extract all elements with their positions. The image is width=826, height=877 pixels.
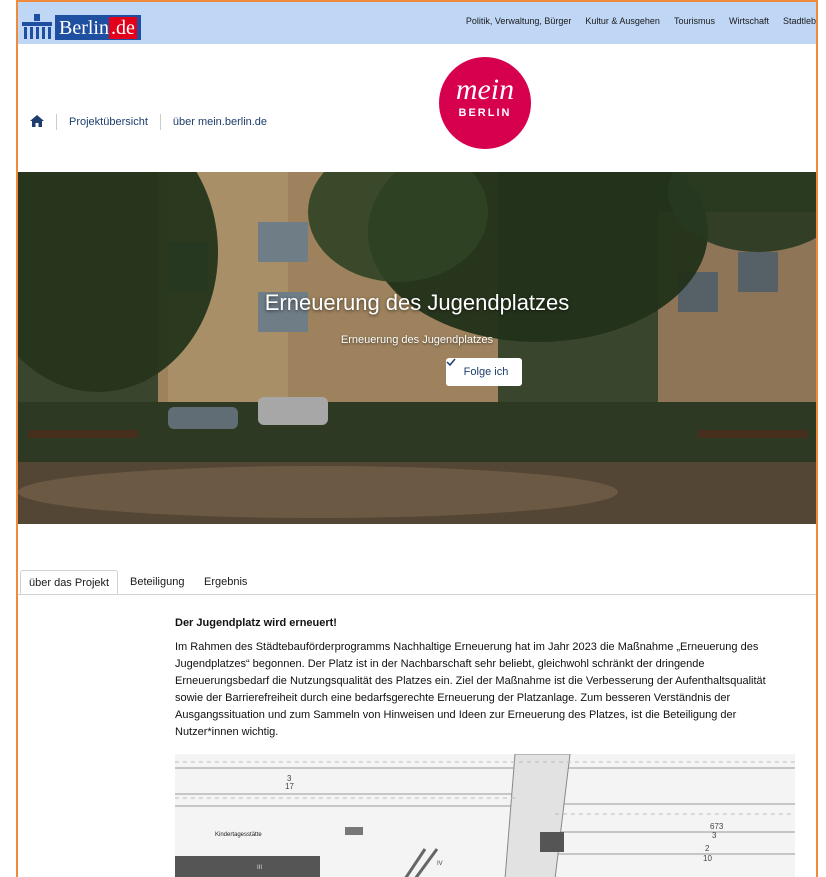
follow-button[interactable]: Folge ich [446, 358, 522, 386]
home-icon[interactable] [30, 114, 44, 130]
hero-photo [18, 172, 816, 524]
browser-page: Berlin .de Politik, Verwaltung, Bürger Ku… [16, 0, 818, 877]
hero-title: Erneuerung des Jugendplatzes [264, 290, 570, 315]
map-label-iii: III [257, 865, 262, 871]
hero-subtitle: Erneuerung des Jugendplatzes [340, 334, 494, 346]
map-label-673: 673 [710, 822, 724, 831]
tab-ueber-das-projekt[interactable]: über das Projekt [20, 570, 119, 594]
nav-tourismus[interactable]: Tourismus [674, 16, 715, 26]
logo-line-mein: mein [455, 73, 515, 106]
breadcrumb: Projektübersicht über mein.berlin.de [30, 114, 267, 130]
logo-text: Berlin .de [55, 15, 141, 40]
hero-banner: Erneuerung des Jugendplatzes Erneuerung … [18, 172, 816, 524]
nav-wirtschaft[interactable]: Wirtschaft [729, 16, 769, 26]
berlin-topbar: Berlin .de Politik, Verwaltung, Bürger Ku… [18, 2, 816, 44]
breadcrumb-projektuebersicht[interactable]: Projektübersicht [69, 116, 148, 128]
site-plan-drawing: 3 17 Kindertagesstätte 673 3 2 10 IV III [175, 754, 795, 877]
nav-politik[interactable]: Politik, Verwaltung, Bürger [466, 16, 572, 26]
breadcrumb-divider [56, 114, 57, 130]
site-header: Projektübersicht über mein.berlin.de mei… [18, 44, 816, 172]
map-label-2: 2 [705, 844, 710, 853]
project-tabs: über das Projekt Beteiligung Ergebnis [18, 570, 816, 595]
mein-berlin-logo[interactable]: mein BERLIN [439, 57, 531, 149]
breadcrumb-ueber[interactable]: über mein.berlin.de [173, 116, 267, 128]
tab-ergebnis[interactable]: Ergebnis [196, 570, 255, 594]
nav-stadtleben[interactable]: Stadtleb [783, 16, 816, 26]
map-label-iv: IV [437, 861, 443, 867]
nav-kultur[interactable]: Kultur & Ausgehen [585, 16, 660, 26]
breadcrumb-divider [159, 114, 161, 130]
tab-beteiligung[interactable]: Beteiligung [122, 570, 192, 594]
map-label-10: 10 [703, 854, 712, 863]
map-label-3: 3 [712, 831, 717, 840]
section-heading: Der Jugendplatz wird erneuert! [175, 617, 337, 629]
site-plan-map: 3 17 Kindertagesstätte 673 3 2 10 IV III [175, 754, 795, 877]
brandenburg-gate-icon [20, 6, 54, 40]
map-label-plot-number: 17 [285, 782, 294, 791]
map-label-kita: Kindertagesstätte [215, 832, 262, 838]
berlin-logo[interactable]: Berlin .de [20, 6, 141, 40]
project-description: Der Jugendplatz wird erneuert! Im Rahmen… [175, 617, 793, 741]
section-body: Im Rahmen des Städtebauförderprogramms N… [175, 641, 766, 738]
logo-line-berlin: BERLIN [458, 107, 512, 119]
top-navigation: Politik, Verwaltung, Bürger Kultur & Aus… [466, 16, 816, 26]
follow-label: Folge ich [463, 366, 509, 378]
